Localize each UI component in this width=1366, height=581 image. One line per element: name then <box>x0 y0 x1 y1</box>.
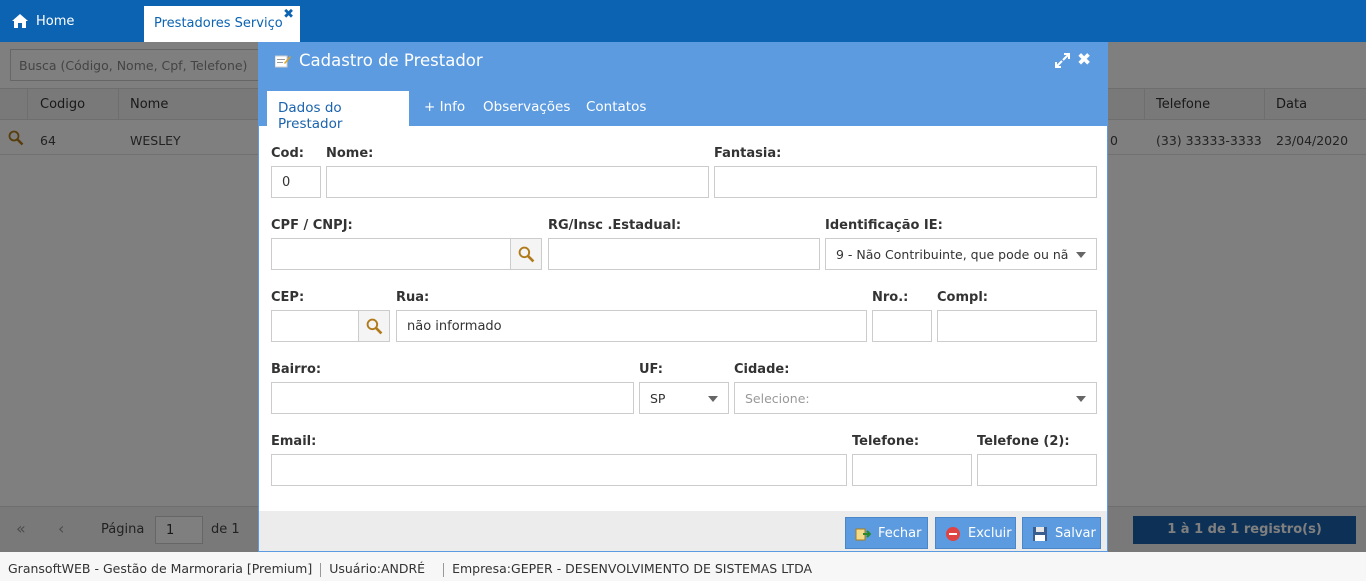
app-name: GransoftWEB - Gestão de Marmoraria [Prem… <box>8 561 313 576</box>
compl-label: Compl: <box>937 290 988 305</box>
excluir-button[interactable]: Excluir <box>935 517 1016 549</box>
tab-prestadores-servico[interactable]: Prestadores Serviço ✖ <box>144 6 300 42</box>
identificacao-ie-value: 9 - Não Contribuinte, que pode ou nã <box>836 247 1069 262</box>
usuario-label: Usuário: <box>329 561 381 576</box>
cod-label: Cod: <box>271 146 304 161</box>
tab-contatos[interactable]: Contatos <box>586 99 646 115</box>
tab-observacoes[interactable]: Observações <box>483 99 570 115</box>
compl-field[interactable] <box>937 310 1097 342</box>
telefone2-field[interactable] <box>977 454 1097 486</box>
telefone2-label: Telefone (2): <box>977 434 1070 449</box>
floppy-disk-icon <box>1033 527 1047 541</box>
cidade-placeholder: Selecione: <box>745 391 810 406</box>
nome-label: Nome: <box>326 146 374 161</box>
uf-label: UF: <box>639 362 663 377</box>
bairro-label: Bairro: <box>271 362 322 377</box>
fantasia-label: Fantasia: <box>714 146 782 161</box>
nro-field[interactable] <box>872 310 932 342</box>
uf-select[interactable]: SP <box>639 382 729 414</box>
rua-label: Rua: <box>396 290 430 305</box>
chevron-down-icon <box>708 396 718 402</box>
modal-title: Cadastro de Prestador <box>299 51 483 70</box>
fechar-button[interactable]: Fechar <box>845 517 928 549</box>
fechar-label: Fechar <box>878 526 922 541</box>
status-bar: GransoftWEB - Gestão de Marmoraria [Prem… <box>0 552 1366 581</box>
nome-field[interactable] <box>326 166 709 198</box>
salvar-label: Salvar <box>1055 526 1096 541</box>
salvar-button[interactable]: Salvar <box>1022 517 1101 549</box>
cadastro-prestador-modal: Cadastro de Prestador ✖ Dados do Prestad… <box>258 42 1108 552</box>
top-tab-bar: Home Prestadores Serviço ✖ <box>0 0 1366 42</box>
uf-value: SP <box>650 391 666 406</box>
exit-door-icon <box>855 528 871 541</box>
tab-home[interactable]: Home <box>0 0 142 42</box>
search-icon <box>518 246 535 263</box>
rg-ie-field[interactable] <box>548 238 820 270</box>
cidade-select[interactable]: Selecione: <box>734 382 1097 414</box>
cidade-label: Cidade: <box>734 362 790 377</box>
expand-icon[interactable] <box>1055 53 1070 68</box>
rg-ie-label: RG/Insc .Estadual: <box>548 218 682 233</box>
email-field[interactable] <box>271 454 847 486</box>
close-icon[interactable]: ✖ <box>1077 50 1091 70</box>
nro-label: Nro.: <box>872 290 909 305</box>
usuario-value: ANDRÉ <box>380 561 426 576</box>
empresa-label: Empresa: <box>452 561 512 576</box>
edit-form-icon <box>275 55 291 68</box>
tab-dados-do-prestador[interactable]: Dados do Prestador <box>267 91 409 132</box>
telefone-label: Telefone: <box>852 434 920 449</box>
cpf-cnpj-field[interactable] <box>271 238 511 270</box>
cep-field[interactable] <box>271 310 359 342</box>
telefone-field[interactable] <box>852 454 972 486</box>
cpf-cnpj-label: CPF / CNPJ: <box>271 218 353 233</box>
close-icon[interactable]: ✖ <box>283 8 294 21</box>
tab-info[interactable]: + Info <box>424 99 465 115</box>
rua-field[interactable]: não informado <box>396 310 867 342</box>
excluir-label: Excluir <box>968 526 1012 541</box>
tab-home-label: Home <box>36 13 75 29</box>
modal-header: Cadastro de Prestador ✖ Dados do Prestad… <box>259 43 1107 132</box>
cod-field[interactable]: 0 <box>271 166 321 198</box>
fantasia-field[interactable] <box>714 166 1097 198</box>
home-icon <box>12 14 28 28</box>
delete-icon <box>946 527 960 541</box>
bairro-field[interactable] <box>271 382 634 414</box>
cep-search-button[interactable] <box>358 310 390 342</box>
search-icon <box>366 318 383 335</box>
email-label: Email: <box>271 434 317 449</box>
cpf-search-button[interactable] <box>510 238 542 270</box>
chevron-down-icon <box>1076 396 1086 402</box>
identificacao-ie-select[interactable]: 9 - Não Contribuinte, que pode ou nã <box>825 238 1097 270</box>
empresa-value: GEPER - DESENVOLVIMENTO DE SISTEMAS LTDA <box>511 561 813 576</box>
identificacao-ie-label: Identificação IE: <box>825 218 943 233</box>
modal-footer: Fechar Excluir Salvar <box>259 511 1107 551</box>
cep-label: CEP: <box>271 290 305 305</box>
tab-prestadores-label: Prestadores Serviço <box>154 16 283 31</box>
chevron-down-icon <box>1076 252 1086 258</box>
